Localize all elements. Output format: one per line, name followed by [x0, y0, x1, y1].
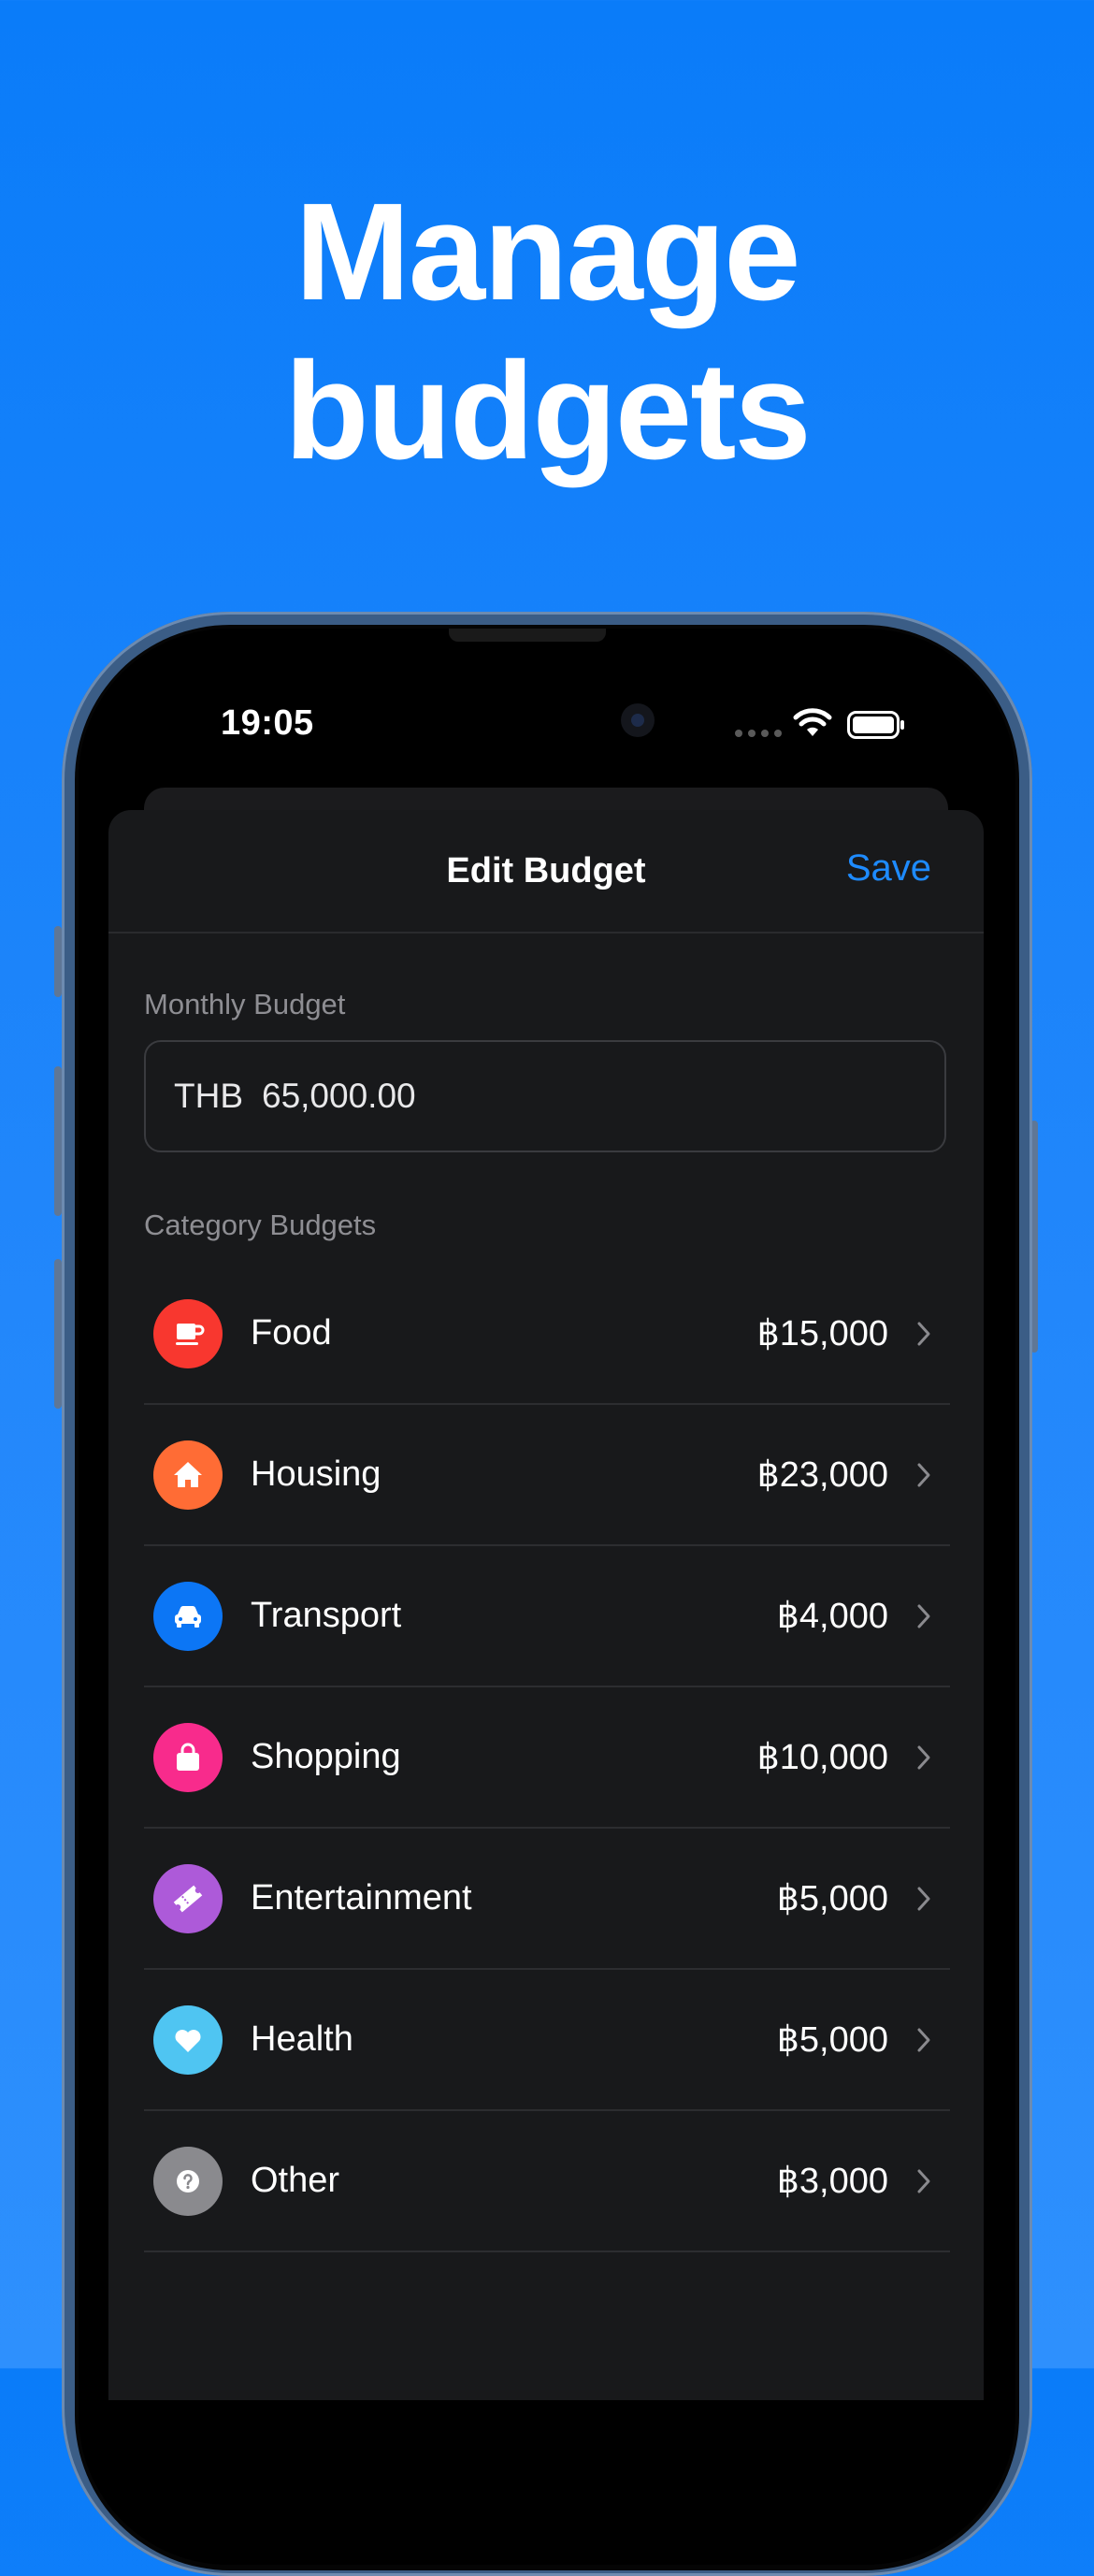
- category-name: Entertainment: [251, 1878, 472, 1918]
- category-row-housing[interactable]: Housing ฿23,000: [144, 1405, 950, 1546]
- chevron-right-icon: [916, 1462, 931, 1488]
- category-name: Food: [251, 1313, 332, 1353]
- category-amount: ฿5,000: [776, 1879, 888, 1918]
- save-button[interactable]: Save: [846, 847, 931, 890]
- category-name: Other: [251, 2161, 340, 2200]
- category-name: Health: [251, 2019, 353, 2059]
- category-amount: ฿23,000: [756, 1455, 888, 1495]
- ticket-icon: [153, 1863, 223, 1933]
- category-amount: ฿4,000: [776, 1597, 888, 1636]
- question-icon: [153, 2146, 223, 2216]
- house-icon: [153, 1440, 223, 1510]
- category-row-transport[interactable]: Transport ฿4,000: [144, 1546, 950, 1687]
- monthly-budget-field[interactable]: THB 65,000.00: [144, 1040, 946, 1152]
- headline-line-2: budgets: [284, 334, 812, 488]
- chevron-right-icon: [916, 2168, 931, 2194]
- heart-icon: [153, 2004, 223, 2075]
- category-row-other[interactable]: Other ฿3,000: [144, 2111, 950, 2252]
- edit-budget-sheet: Edit Budget Save Monthly Budget THB 65,0…: [108, 810, 984, 2400]
- headline: Manage budgets: [0, 173, 1094, 491]
- action-button: [54, 926, 62, 997]
- front-camera: [621, 703, 655, 737]
- chevron-right-icon: [916, 1321, 931, 1347]
- currency-code: THB: [174, 1077, 243, 1115]
- category-name: Housing: [251, 1454, 381, 1494]
- category-name: Transport: [251, 1596, 402, 1635]
- chevron-right-icon: [916, 1744, 931, 1771]
- category-amount: ฿15,000: [756, 1314, 888, 1353]
- car-icon: [153, 1581, 223, 1651]
- cup-icon: [153, 1298, 223, 1368]
- chevron-right-icon: [916, 1886, 931, 1912]
- headline-line-1: Manage: [295, 175, 800, 329]
- volume-up-button: [54, 1066, 62, 1216]
- earpiece-speaker: [449, 629, 606, 642]
- monthly-budget-value: 65,000.00: [262, 1077, 416, 1115]
- category-amount: ฿5,000: [776, 2020, 888, 2060]
- monthly-budget-label: Monthly Budget: [144, 988, 346, 1020]
- category-row-health[interactable]: Health ฿5,000: [144, 1970, 950, 2111]
- category-name: Shopping: [251, 1737, 401, 1776]
- category-list: Food ฿15,000 Housing ฿23,000 Transport ฿…: [144, 1264, 950, 2252]
- category-row-shopping[interactable]: Shopping ฿10,000: [144, 1687, 950, 1829]
- status-time: 19:05: [221, 703, 314, 743]
- volume-down-button: [54, 1259, 62, 1409]
- chevron-right-icon: [916, 1603, 931, 1629]
- category-row-entertainment[interactable]: Entertainment ฿5,000: [144, 1829, 950, 1970]
- category-amount: ฿10,000: [756, 1738, 888, 1777]
- category-row-food[interactable]: Food ฿15,000: [144, 1264, 950, 1405]
- nav-divider: [108, 932, 984, 933]
- chevron-right-icon: [916, 2027, 931, 2053]
- category-amount: ฿3,000: [776, 2162, 888, 2201]
- battery-icon: [847, 711, 904, 739]
- wifi-icon: [793, 708, 832, 736]
- bag-icon: [153, 1722, 223, 1792]
- signal-dots-icon: [735, 730, 782, 737]
- category-budgets-label: Category Budgets: [144, 1208, 377, 1241]
